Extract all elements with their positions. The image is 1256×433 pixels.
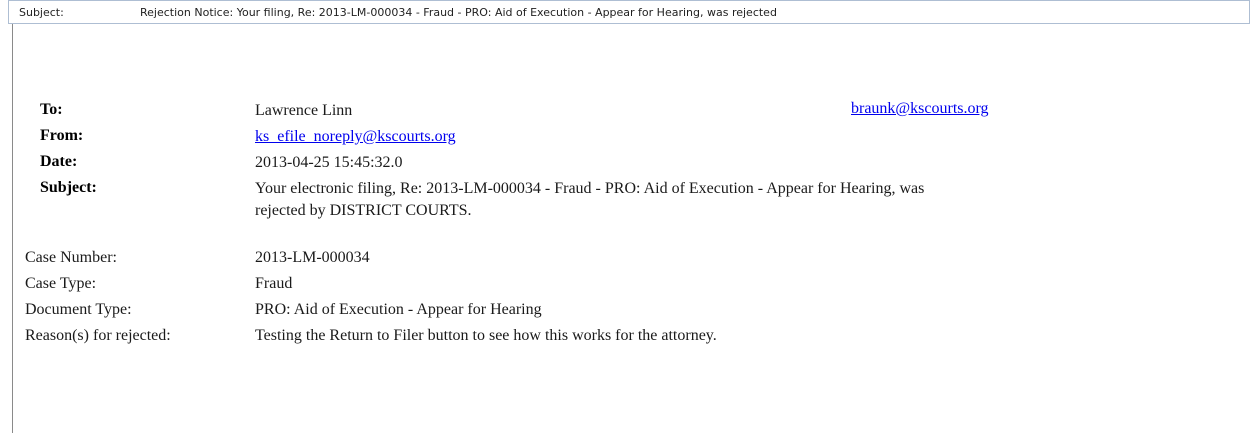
to-email-link[interactable]: braunk@kscourts.org [851,100,989,118]
date-label: Date: [40,153,78,170]
document-type-label: Document Type: [25,301,132,318]
date-value: 2013-04-25 15:45:32.0 [255,154,403,171]
case-type-label: Case Type: [25,275,97,292]
email-window: Subject: Rejection Notice: Your filing, … [0,0,1256,433]
to-name: Lawrence Linn [255,102,353,119]
subject-line-2: rejected by DISTRICT COURTS. [255,202,472,219]
case-number-value: 2013-LM-000034 [255,249,370,266]
subject-bar-label: Subject: [19,6,64,19]
to-label: To: [40,101,63,118]
reason-label: Reason(s) for rejected: [25,327,171,344]
subject-bar-value: Rejection Notice: Your filing, Re: 2013-… [140,6,777,19]
from-email-link[interactable]: ks_efile_noreply@kscourts.org [255,126,456,147]
from-label: From: [40,127,84,144]
document-type-value: PRO: Aid of Execution - Appear for Heari… [255,301,542,318]
subject-label: Subject: [40,179,97,196]
subject-line-1: Your electronic filing, Re: 2013-LM-0000… [255,180,925,197]
case-type-value: Fraud [255,275,293,292]
reason-value: Testing the Return to Filer button to se… [255,327,717,344]
subject-bar: Subject: Rejection Notice: Your filing, … [8,0,1250,24]
message-body: To: Lawrence Linn braunk@kscourts.org Fr… [12,24,1256,433]
case-number-label: Case Number: [25,249,117,266]
